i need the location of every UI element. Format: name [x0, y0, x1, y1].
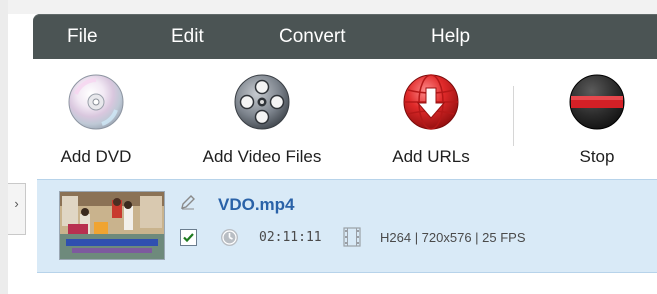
- add-urls-button[interactable]: Add URLs: [386, 72, 476, 167]
- panel-expand-button[interactable]: ›: [8, 183, 26, 235]
- menu-edit[interactable]: Edit: [171, 14, 204, 59]
- rename-pencil-icon[interactable]: [180, 194, 196, 210]
- stop-button[interactable]: Stop: [564, 72, 630, 167]
- menu-file[interactable]: File: [67, 14, 98, 59]
- app-window: File Edit Convert Help Add DVD Add Video…: [8, 0, 657, 294]
- video-info-text: H264 | 720x576 | 25 FPS: [380, 230, 526, 245]
- file-select-checkbox[interactable]: [180, 229, 197, 246]
- menu-help[interactable]: Help: [431, 14, 470, 59]
- dvd-disc-icon: [66, 72, 126, 132]
- film-reel-icon: [232, 72, 292, 132]
- top-strip: [8, 0, 657, 14]
- video-thumbnail: [59, 191, 165, 260]
- add-dvd-label: Add DVD: [60, 147, 132, 166]
- menu-bar: File Edit Convert Help: [33, 14, 657, 59]
- film-strip-icon: [343, 227, 361, 247]
- file-name: VDO.mp4: [218, 195, 295, 214]
- checkmark-icon: [183, 233, 194, 243]
- stop-label: Stop: [579, 147, 615, 166]
- clock-icon: [221, 229, 238, 246]
- add-urls-label: Add URLs: [392, 147, 470, 166]
- stop-icon: [567, 72, 627, 132]
- file-list-empty-area: [37, 273, 657, 294]
- toolbar: Add DVD Add Video Files Add URLs Stop: [8, 62, 657, 180]
- globe-download-icon: [401, 72, 461, 132]
- add-dvd-button[interactable]: Add DVD: [54, 72, 138, 167]
- add-video-files-button[interactable]: Add Video Files: [192, 72, 332, 167]
- file-list-item[interactable]: VDO.mp4 02:11:11 H264 | 720x576 | 25 FPS: [37, 179, 657, 273]
- add-video-files-label: Add Video Files: [202, 147, 322, 166]
- menu-convert[interactable]: Convert: [279, 14, 346, 59]
- toolbar-separator: [513, 86, 514, 146]
- duration-text: 02:11:11: [259, 230, 322, 245]
